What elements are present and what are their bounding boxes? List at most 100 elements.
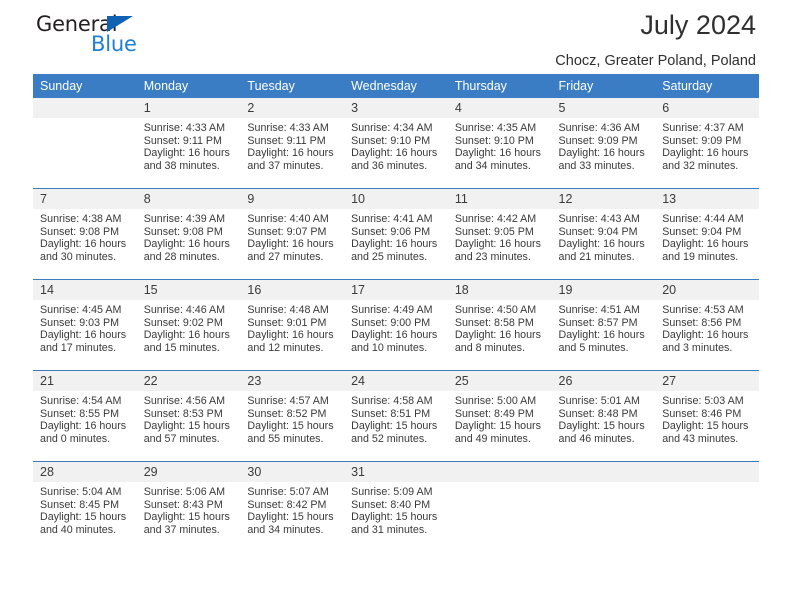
sunrise-text: Sunrise: 4:42 AM bbox=[454, 213, 537, 225]
day-details: Sunrise: 5:09 AM Sunset: 8:40 PM Dayligh… bbox=[344, 482, 448, 536]
weekday-header-thursday: Thursday bbox=[447, 74, 552, 98]
daylight-text: Daylight: 15 hours and 37 minutes. bbox=[143, 511, 230, 536]
day-cell[interactable]: 22 Sunrise: 4:56 AM Sunset: 8:53 PM Dayl… bbox=[136, 370, 241, 462]
day-cell[interactable]: 14 Sunrise: 4:45 AM Sunset: 9:03 PM Dayl… bbox=[33, 279, 137, 371]
day-details: Sunrise: 4:33 AM Sunset: 9:11 PM Dayligh… bbox=[240, 118, 344, 172]
day-cell[interactable]: 15 Sunrise: 4:46 AM Sunset: 9:02 PM Dayl… bbox=[136, 279, 241, 371]
weekday-header-tuesday: Tuesday bbox=[240, 74, 345, 98]
day-number: 12 bbox=[551, 189, 656, 209]
day-details: Sunrise: 4:51 AM Sunset: 8:57 PM Dayligh… bbox=[552, 300, 656, 354]
sunset-text: Sunset: 8:48 PM bbox=[558, 407, 638, 420]
general-blue-logo: General Blue bbox=[36, 12, 186, 60]
sunrise-text: Sunrise: 5:01 AM bbox=[558, 395, 640, 407]
day-cell[interactable]: 28 Sunrise: 5:04 AM Sunset: 8:45 PM Dayl… bbox=[33, 461, 137, 552]
day-details: Sunrise: 4:45 AM Sunset: 9:03 PM Dayligh… bbox=[33, 300, 137, 354]
sunset-text: Sunset: 9:10 PM bbox=[454, 134, 534, 147]
day-cell[interactable]: 27 Sunrise: 5:03 AM Sunset: 8:46 PM Dayl… bbox=[655, 370, 759, 462]
day-number: 21 bbox=[33, 371, 137, 391]
day-cell[interactable]: 20 Sunrise: 4:53 AM Sunset: 8:56 PM Dayl… bbox=[655, 279, 759, 371]
day-cell[interactable] bbox=[33, 98, 137, 189]
day-cell[interactable] bbox=[447, 461, 552, 552]
sunset-text: Sunset: 9:11 PM bbox=[143, 134, 222, 147]
day-cell[interactable] bbox=[655, 461, 759, 552]
day-cell[interactable]: 24 Sunrise: 4:58 AM Sunset: 8:51 PM Dayl… bbox=[344, 370, 448, 462]
day-cell[interactable]: 1 Sunrise: 4:33 AM Sunset: 9:11 PM Dayli… bbox=[136, 98, 241, 189]
day-number: 7 bbox=[33, 189, 137, 209]
sunset-text: Sunset: 8:46 PM bbox=[662, 407, 742, 420]
sunset-text: Sunset: 8:52 PM bbox=[247, 407, 327, 420]
sunset-text: Sunset: 8:49 PM bbox=[454, 407, 534, 420]
day-cell[interactable]: 29 Sunrise: 5:06 AM Sunset: 8:43 PM Dayl… bbox=[136, 461, 241, 552]
daylight-text: Daylight: 15 hours and 43 minutes. bbox=[662, 420, 749, 445]
sunset-text: Sunset: 8:45 PM bbox=[40, 498, 120, 511]
day-cell[interactable]: 13 Sunrise: 4:44 AM Sunset: 9:04 PM Dayl… bbox=[655, 188, 759, 280]
day-number bbox=[655, 462, 759, 482]
day-cell[interactable]: 2 Sunrise: 4:33 AM Sunset: 9:11 PM Dayli… bbox=[240, 98, 345, 189]
day-number: 5 bbox=[551, 98, 656, 118]
day-cell[interactable]: 19 Sunrise: 4:51 AM Sunset: 8:57 PM Dayl… bbox=[551, 279, 656, 371]
day-details: Sunrise: 4:42 AM Sunset: 9:05 PM Dayligh… bbox=[448, 209, 552, 263]
day-cell[interactable]: 4 Sunrise: 4:35 AM Sunset: 9:10 PM Dayli… bbox=[447, 98, 552, 189]
day-number: 11 bbox=[447, 189, 552, 209]
weekday-header-saturday: Saturday bbox=[655, 74, 759, 98]
daylight-text: Daylight: 15 hours and 52 minutes. bbox=[351, 420, 438, 445]
day-details: Sunrise: 4:39 AM Sunset: 9:08 PM Dayligh… bbox=[137, 209, 241, 263]
daylight-text: Daylight: 15 hours and 40 minutes. bbox=[40, 511, 127, 536]
daylight-text: Daylight: 16 hours and 23 minutes. bbox=[454, 238, 541, 263]
sunrise-text: Sunrise: 4:49 AM bbox=[351, 304, 433, 316]
sunset-text: Sunset: 8:51 PM bbox=[351, 407, 431, 420]
sunrise-text: Sunrise: 4:46 AM bbox=[143, 304, 226, 316]
daylight-text: Daylight: 16 hours and 34 minutes. bbox=[454, 147, 541, 172]
day-cell[interactable]: 18 Sunrise: 4:50 AM Sunset: 8:58 PM Dayl… bbox=[447, 279, 552, 371]
daylight-text: Daylight: 16 hours and 0 minutes. bbox=[40, 420, 127, 445]
day-cell[interactable]: 17 Sunrise: 4:49 AM Sunset: 9:00 PM Dayl… bbox=[344, 279, 448, 371]
day-number: 22 bbox=[136, 371, 241, 391]
day-number: 15 bbox=[136, 280, 241, 300]
day-details: Sunrise: 4:35 AM Sunset: 9:10 PM Dayligh… bbox=[448, 118, 552, 172]
day-number: 10 bbox=[344, 189, 448, 209]
day-cell[interactable] bbox=[551, 461, 656, 552]
calendar-page: General Blue July 2024 Chocz, Greater Po… bbox=[0, 0, 792, 612]
day-number: 18 bbox=[447, 280, 552, 300]
day-cell[interactable]: 23 Sunrise: 4:57 AM Sunset: 8:52 PM Dayl… bbox=[240, 370, 345, 462]
weekday-header-wednesday: Wednesday bbox=[344, 74, 448, 98]
day-cell[interactable]: 9 Sunrise: 4:40 AM Sunset: 9:07 PM Dayli… bbox=[240, 188, 345, 280]
daylight-text: Daylight: 16 hours and 30 minutes. bbox=[40, 238, 127, 263]
day-cell[interactable]: 25 Sunrise: 5:00 AM Sunset: 8:49 PM Dayl… bbox=[447, 370, 552, 462]
day-number: 20 bbox=[655, 280, 759, 300]
day-cell[interactable]: 16 Sunrise: 4:48 AM Sunset: 9:01 PM Dayl… bbox=[240, 279, 345, 371]
day-cell[interactable]: 3 Sunrise: 4:34 AM Sunset: 9:10 PM Dayli… bbox=[344, 98, 448, 189]
day-number bbox=[551, 462, 656, 482]
day-cell[interactable]: 11 Sunrise: 4:42 AM Sunset: 9:05 PM Dayl… bbox=[447, 188, 552, 280]
sunset-text: Sunset: 9:07 PM bbox=[247, 225, 327, 238]
day-cell[interactable]: 26 Sunrise: 5:01 AM Sunset: 8:48 PM Dayl… bbox=[551, 370, 656, 462]
day-cell[interactable]: 10 Sunrise: 4:41 AM Sunset: 9:06 PM Dayl… bbox=[344, 188, 448, 280]
sunrise-text: Sunrise: 4:54 AM bbox=[40, 395, 122, 407]
day-cell[interactable]: 21 Sunrise: 4:54 AM Sunset: 8:55 PM Dayl… bbox=[33, 370, 137, 462]
day-cell[interactable]: 7 Sunrise: 4:38 AM Sunset: 9:08 PM Dayli… bbox=[33, 188, 137, 280]
day-cell[interactable]: 30 Sunrise: 5:07 AM Sunset: 8:42 PM Dayl… bbox=[240, 461, 345, 552]
title-block: July 2024 Chocz, Greater Poland, Poland bbox=[555, 8, 756, 70]
day-cell[interactable]: 8 Sunrise: 4:39 AM Sunset: 9:08 PM Dayli… bbox=[136, 188, 241, 280]
day-number: 31 bbox=[344, 462, 448, 482]
sunset-text: Sunset: 9:08 PM bbox=[143, 225, 223, 238]
calendar-week-row: 1 Sunrise: 4:33 AM Sunset: 9:11 PM Dayli… bbox=[33, 98, 759, 189]
weekday-header-friday: Friday bbox=[551, 74, 656, 98]
day-cell[interactable]: 31 Sunrise: 5:09 AM Sunset: 8:40 PM Dayl… bbox=[344, 461, 448, 552]
calendar-body: 1 Sunrise: 4:33 AM Sunset: 9:11 PM Dayli… bbox=[33, 98, 759, 552]
day-number: 16 bbox=[240, 280, 345, 300]
sunset-text: Sunset: 8:43 PM bbox=[143, 498, 223, 511]
page-title: July 2024 bbox=[640, 10, 756, 40]
daylight-text: Daylight: 16 hours and 3 minutes. bbox=[662, 329, 749, 354]
sunset-text: Sunset: 9:04 PM bbox=[662, 225, 742, 238]
day-cell[interactable]: 12 Sunrise: 4:43 AM Sunset: 9:04 PM Dayl… bbox=[551, 188, 656, 280]
daylight-text: Daylight: 16 hours and 10 minutes. bbox=[351, 329, 438, 354]
daylight-text: Daylight: 16 hours and 38 minutes. bbox=[143, 147, 230, 172]
day-cell[interactable]: 5 Sunrise: 4:36 AM Sunset: 9:09 PM Dayli… bbox=[551, 98, 656, 189]
sunrise-text: Sunrise: 4:39 AM bbox=[143, 213, 226, 225]
day-cell[interactable]: 6 Sunrise: 4:37 AM Sunset: 9:09 PM Dayli… bbox=[655, 98, 759, 189]
day-details: Sunrise: 4:50 AM Sunset: 8:58 PM Dayligh… bbox=[448, 300, 552, 354]
daylight-text: Daylight: 15 hours and 57 minutes. bbox=[143, 420, 230, 445]
day-number bbox=[447, 462, 552, 482]
day-number: 14 bbox=[33, 280, 137, 300]
